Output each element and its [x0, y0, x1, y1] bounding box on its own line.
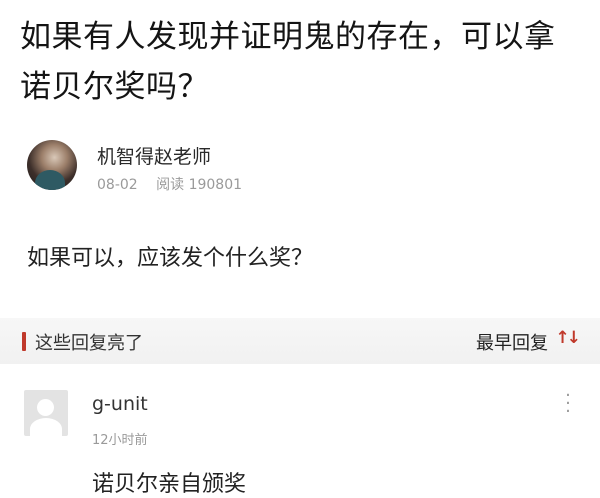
author-row[interactable]: 机智得赵老师 08-02 阅读 190801 — [27, 140, 527, 196]
sort-arrows-icon[interactable]: ↑↓ — [556, 328, 581, 348]
avatar-shoulders-shape — [30, 418, 62, 436]
author-avatar[interactable] — [27, 140, 77, 190]
post-date: 08-02 — [97, 177, 138, 193]
reply-item: g-unit 12小时前 · · · 诺贝尔亲自颁奖 — [0, 380, 600, 497]
author-name[interactable]: 机智得赵老师 — [97, 142, 211, 169]
section-title: 这些回复亮了 — [35, 333, 143, 354]
replies-header: 这些回复亮了 最早回复 ↑↓ — [0, 318, 600, 364]
default-avatar-icon[interactable] — [24, 390, 68, 436]
more-options-icon[interactable]: · · · — [562, 387, 574, 421]
author-meta: 08-02 阅读 190801 — [97, 174, 242, 194]
reply-time: 12小时前 — [92, 433, 148, 448]
reply-username[interactable]: g-unit — [92, 393, 148, 415]
avatar-head-shape — [37, 399, 54, 416]
read-count: 阅读 190801 — [156, 177, 243, 193]
sort-button[interactable]: 最早回复 — [476, 329, 548, 355]
reply-text: 诺贝尔亲自颁奖 — [92, 472, 247, 497]
section-accent-bar — [22, 332, 26, 351]
question-body: 如果可以，应该发个什么奖？ — [27, 246, 314, 271]
question-title: 如果有人发现并证明鬼的存在，可以拿诺贝尔奖吗？ — [20, 19, 556, 105]
